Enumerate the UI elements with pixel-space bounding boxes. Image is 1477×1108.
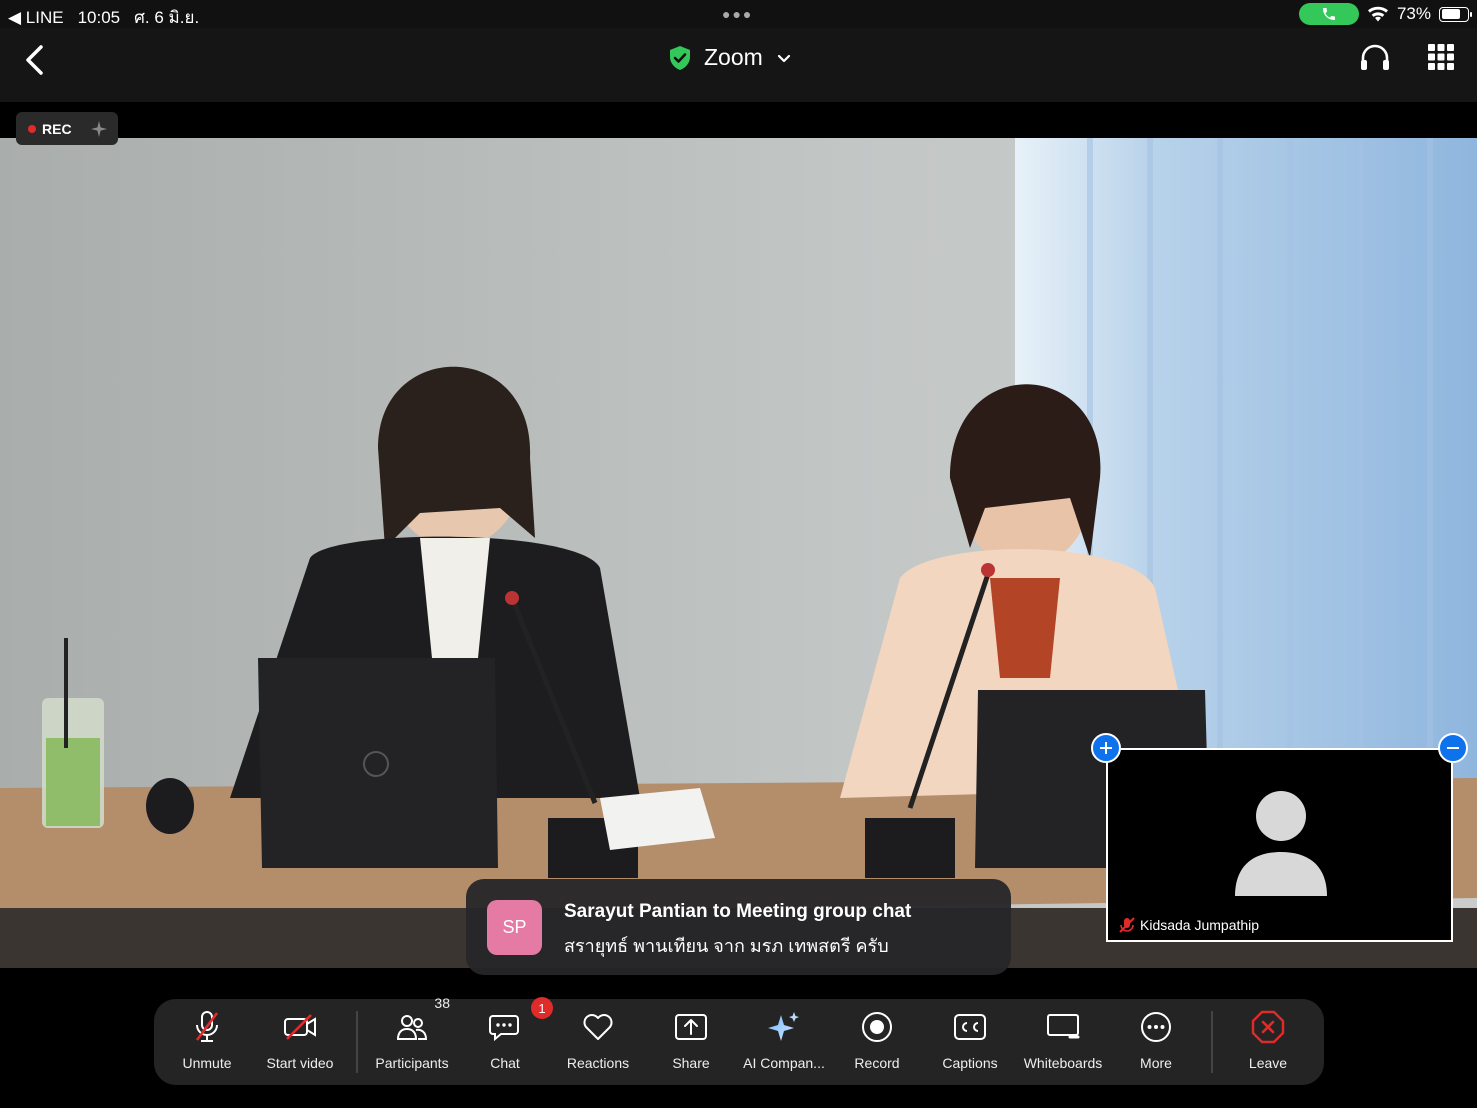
multitasking-dots-icon[interactable]: ●●● bbox=[722, 6, 753, 22]
wifi-icon bbox=[1367, 6, 1388, 22]
ai-companion-button[interactable]: AI Compan... bbox=[738, 1009, 830, 1079]
expand-self-view-button[interactable] bbox=[1091, 733, 1121, 763]
participants-count: 38 bbox=[434, 995, 450, 1011]
self-view-name-label: Kidsada Jumpathip bbox=[1118, 916, 1259, 934]
more-button[interactable]: More bbox=[1110, 1009, 1202, 1079]
headphones-icon bbox=[1361, 44, 1389, 70]
mic-muted-icon bbox=[195, 1011, 219, 1042]
record-dot-icon bbox=[28, 124, 36, 133]
chevron-left-icon bbox=[26, 45, 43, 75]
meeting-title: Zoom bbox=[704, 44, 763, 70]
start-video-button[interactable]: Start video bbox=[254, 1009, 346, 1079]
chat-button[interactable]: 1 Chat bbox=[459, 997, 553, 1079]
chat-icon bbox=[489, 1015, 519, 1042]
app-grid-button[interactable] bbox=[1427, 43, 1455, 76]
back-button[interactable] bbox=[18, 42, 54, 78]
user-placeholder-icon bbox=[1235, 791, 1327, 896]
participants-icon bbox=[396, 1015, 428, 1040]
shield-check-icon bbox=[670, 45, 690, 70]
battery-icon bbox=[1439, 6, 1472, 22]
grid-icon bbox=[1428, 44, 1454, 70]
plus-icon bbox=[1100, 742, 1112, 754]
chat-notification-title: Sarayut Pantian to Meeting group chat bbox=[564, 901, 912, 922]
video-off-icon bbox=[284, 1014, 316, 1040]
meeting-toolbar: Unmute Start video 38 Participants 1 Cha… bbox=[154, 995, 1324, 1085]
unmute-label: Unmute bbox=[182, 1055, 232, 1071]
ai-sparkle-icon bbox=[768, 1012, 799, 1041]
active-call-indicator[interactable] bbox=[1298, 3, 1359, 25]
rec-label: REC bbox=[42, 120, 72, 137]
status-time: 10:05 bbox=[77, 7, 121, 27]
whiteboards-button[interactable]: Whiteboards bbox=[1017, 1009, 1109, 1079]
mic-muted-icon bbox=[1119, 917, 1135, 933]
chat-notification-toast[interactable]: SP Sarayut Pantian to Meeting group chat… bbox=[466, 879, 1011, 975]
closed-captions-icon bbox=[954, 1014, 986, 1040]
captions-button[interactable]: Captions bbox=[924, 1009, 1016, 1079]
phone-icon bbox=[1322, 8, 1335, 20]
status-bar: ◀ LINE 10:05 ศ. 6 มิ.ย. ●●● 73% bbox=[0, 0, 1477, 28]
share-screen-icon bbox=[675, 1014, 707, 1040]
chat-unread-badge: 1 bbox=[531, 997, 553, 1019]
heart-icon bbox=[583, 1014, 613, 1040]
recording-indicator[interactable]: REC bbox=[16, 112, 118, 145]
audio-button[interactable] bbox=[1359, 42, 1391, 77]
whiteboards-label: Whiteboards bbox=[1023, 1055, 1103, 1071]
reactions-label: Reactions bbox=[566, 1055, 630, 1071]
self-view-tile[interactable]: Kidsada Jumpathip bbox=[1106, 748, 1453, 942]
sparkle-icon bbox=[90, 120, 107, 137]
battery-percent: 73% bbox=[1396, 4, 1431, 23]
leave-icon bbox=[1251, 1010, 1285, 1044]
self-view-name: Kidsada Jumpathip bbox=[1140, 917, 1260, 933]
record-button[interactable]: Record bbox=[831, 1009, 923, 1079]
unmute-button[interactable]: Unmute bbox=[161, 1009, 253, 1079]
record-label: Record bbox=[854, 1055, 900, 1071]
more-icon bbox=[1141, 1012, 1171, 1042]
minimize-self-view-button[interactable] bbox=[1438, 733, 1468, 763]
toolbar-divider bbox=[356, 1011, 358, 1073]
leave-label: Leave bbox=[1248, 1055, 1288, 1071]
avatar-initials: SP bbox=[502, 917, 527, 937]
chat-notification-message: สรายุทธ์ พานเทียน จาก มรภ เทพสตรี ครับ bbox=[564, 936, 889, 956]
more-label: More bbox=[1140, 1055, 1172, 1071]
whiteboard-icon bbox=[1047, 1014, 1080, 1039]
start-video-label: Start video bbox=[266, 1055, 334, 1071]
share-label: Share bbox=[672, 1055, 710, 1071]
meeting-title-dropdown[interactable]: Zoom bbox=[668, 44, 793, 71]
participants-label: Participants bbox=[375, 1055, 449, 1071]
battery-fill bbox=[1441, 9, 1460, 19]
chat-label: Chat bbox=[490, 1055, 520, 1071]
captions-label: Captions bbox=[942, 1055, 998, 1071]
share-button[interactable]: Share bbox=[645, 1009, 737, 1079]
avatar: SP bbox=[487, 900, 542, 955]
toolbar-divider bbox=[1211, 1011, 1213, 1073]
reactions-button[interactable]: Reactions bbox=[552, 1009, 644, 1079]
video-top-strip bbox=[0, 102, 1477, 138]
status-date: ศ. 6 มิ.ย. bbox=[134, 8, 200, 27]
participants-button[interactable]: 38 Participants bbox=[366, 995, 458, 1079]
meeting-header: Zoom bbox=[0, 28, 1477, 102]
back-to-app-link[interactable]: ◀ LINE bbox=[8, 8, 64, 28]
leave-button[interactable]: Leave bbox=[1222, 1009, 1314, 1079]
minus-icon bbox=[1447, 747, 1459, 749]
record-icon bbox=[862, 1012, 892, 1042]
ai-companion-label: AI Compan... bbox=[743, 1055, 825, 1071]
chevron-down-icon bbox=[777, 54, 790, 62]
